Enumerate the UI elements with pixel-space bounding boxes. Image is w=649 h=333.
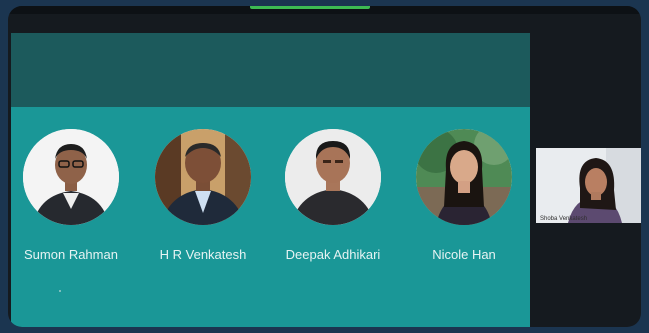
speaker-photo	[416, 129, 512, 225]
speaker-name: Nicole Han	[432, 247, 496, 262]
video-call-window: Sumon Rahman H R Venkatesh Deepak Adhika…	[8, 6, 641, 327]
shared-slide: Sumon Rahman H R Venkatesh Deepak Adhika…	[11, 33, 530, 327]
cursor-dot	[59, 290, 61, 292]
speaker-photo	[155, 129, 251, 225]
participant-video	[536, 148, 641, 223]
active-speaker-indicator	[250, 6, 370, 9]
slide-header-band	[11, 33, 530, 107]
speaker-photo	[23, 129, 119, 225]
participant-video-tile[interactable]: Shoba Venkatesh	[536, 148, 641, 223]
speaker-row: Sumon Rahman H R Venkatesh Deepak Adhika…	[11, 129, 530, 269]
participant-name-label: Shoba Venkatesh	[540, 216, 588, 222]
speaker-photo	[285, 129, 381, 225]
